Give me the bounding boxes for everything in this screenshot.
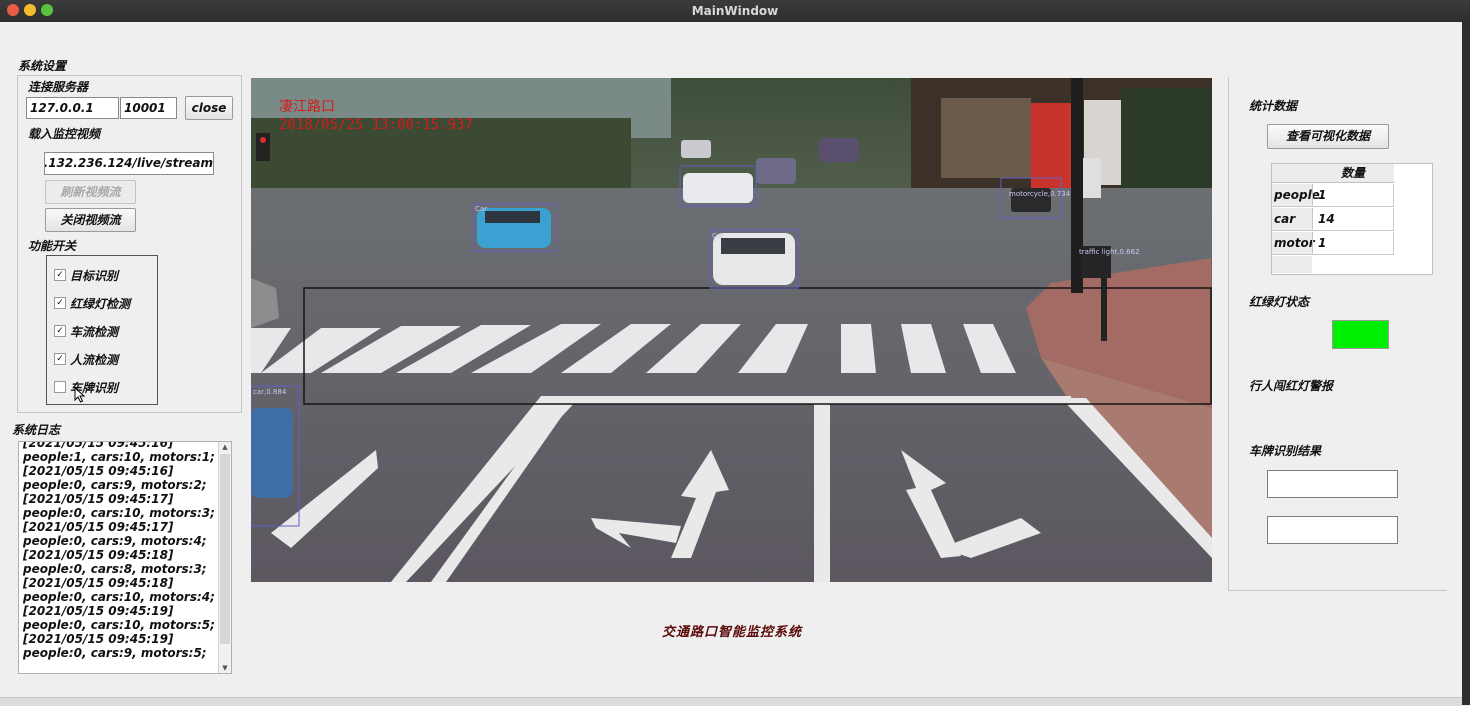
checkbox-box[interactable]: [54, 381, 66, 393]
log-line: [2021/05/15 09:45:16]: [23, 441, 174, 450]
detection-label: Car: [475, 205, 488, 213]
stream-url-text: '101.132.236.124/live/stream: [44, 156, 213, 170]
server-section-title: 连接服务器: [28, 80, 89, 94]
cell-people-count[interactable]: 1: [1312, 184, 1394, 207]
video-overlay-text: 凄江路口 2018/05/25 13:00:15.937: [279, 98, 473, 134]
scrollbar-thumb[interactable]: [220, 454, 230, 644]
log-lines: [2021/05/15 09:45:16] people:1, cars:10,…: [23, 441, 215, 660]
scroll-down-icon[interactable]: ▼: [219, 664, 231, 672]
stats-table: 数量 people 1 car 14 motor 1: [1271, 163, 1433, 275]
log-line: people:0, cars:10, motors:5;: [23, 618, 215, 632]
log-scrollbar[interactable]: ▲ ▼: [218, 442, 231, 673]
settings-title: 系统设置: [18, 59, 67, 73]
log-line: people:0, cars:10, motors:4;: [23, 590, 215, 604]
view-visualization-button[interactable]: 查看可视化数据: [1267, 124, 1389, 149]
detection-label: car,0.884: [253, 388, 287, 396]
detection-label: Car: [712, 232, 725, 240]
log-line: [2021/05/15 09:45:19]: [23, 604, 174, 618]
log-line: [2021/05/15 09:45:18]: [23, 576, 174, 590]
checkbox-box[interactable]: ✓: [54, 325, 66, 337]
log-line: people:1, cars:10, motors:1;: [23, 450, 215, 464]
log-title: 系统日志: [12, 423, 61, 437]
stats-title: 统计数据: [1249, 99, 1298, 113]
log-line: people:0, cars:9, motors:5;: [23, 646, 207, 660]
video-timestamp: 2018/05/25 13:00:15.937: [279, 117, 473, 133]
log-line: people:0, cars:9, motors:2;: [23, 478, 207, 492]
light-status-title: 红绿灯状态: [1249, 295, 1310, 309]
server-ip-input[interactable]: 127.0.0.1: [26, 97, 119, 119]
mouse-cursor-icon: [74, 387, 86, 403]
close-connection-button[interactable]: close: [185, 96, 233, 120]
plate-result-field-1[interactable]: [1267, 470, 1398, 498]
plate-result-title: 车牌识别结果: [1249, 444, 1322, 458]
intersection-scene: [251, 78, 1212, 582]
row-header-car: car: [1272, 208, 1312, 231]
background-window-edge: [1462, 22, 1470, 705]
stats-table-header: 数量: [1272, 164, 1394, 183]
log-line: [2021/05/15 09:45:17]: [23, 492, 174, 506]
row-header-empty: [1272, 256, 1312, 273]
checkbox-box[interactable]: ✓: [54, 269, 66, 281]
checkbox-label: 红绿灯检测: [70, 297, 131, 311]
server-port-input[interactable]: 10001: [120, 97, 177, 119]
log-line: people:0, cars:10, motors:3;: [23, 506, 215, 520]
system-name: 交通路口智能监控系统: [661, 625, 802, 640]
log-line: people:0, cars:9, motors:4;: [23, 534, 207, 548]
checkbox-label: 目标识别: [70, 269, 119, 283]
log-line: [2021/05/15 09:45:16]: [23, 464, 174, 478]
log-line: [2021/05/15 09:45:19]: [23, 632, 174, 646]
checkbox-box[interactable]: ✓: [54, 353, 66, 365]
detection-label: motorcycle,0.734: [1009, 190, 1071, 198]
video-location: 凄江路口: [279, 99, 335, 115]
system-log[interactable]: [2021/05/15 09:45:16] people:1, cars:10,…: [18, 441, 232, 674]
window-titlebar: MainWindow: [0, 0, 1470, 22]
video-feed: 凄江路口 2018/05/25 13:00:15.937 Car Car tra…: [251, 78, 1212, 582]
checkbox-label: 人流检测: [70, 353, 119, 367]
checkbox-label: 车流检测: [70, 325, 119, 339]
scroll-up-icon[interactable]: ▲: [219, 443, 231, 451]
close-stream-button[interactable]: 关闭视频流: [45, 208, 136, 232]
log-line: people:0, cars:8, motors:3;: [23, 562, 207, 576]
cell-motor-count[interactable]: 1: [1312, 232, 1394, 255]
checkbox-box[interactable]: ✓: [54, 297, 66, 309]
refresh-stream-button[interactable]: 刷新视频流: [45, 180, 136, 204]
cell-car-count[interactable]: 14: [1312, 208, 1394, 231]
features-section-title: 功能开关: [28, 239, 77, 253]
pedestrian-alert-title: 行人闯红灯警报: [1249, 379, 1334, 393]
log-line: [2021/05/15 09:45:17]: [23, 520, 174, 534]
log-line: [2021/05/15 09:45:18]: [23, 548, 174, 562]
row-header-people: people: [1272, 184, 1320, 207]
video-section-title: 载入监控视频: [28, 127, 101, 141]
row-header-motor: motor: [1272, 232, 1315, 255]
plate-result-field-2[interactable]: [1267, 516, 1398, 544]
detection-label: traffic light,0.662: [1079, 248, 1140, 256]
stream-url-input[interactable]: '101.132.236.124/live/stream: [44, 152, 214, 175]
window-title: MainWindow: [691, 4, 779, 18]
traffic-light-indicator: [1332, 320, 1389, 349]
